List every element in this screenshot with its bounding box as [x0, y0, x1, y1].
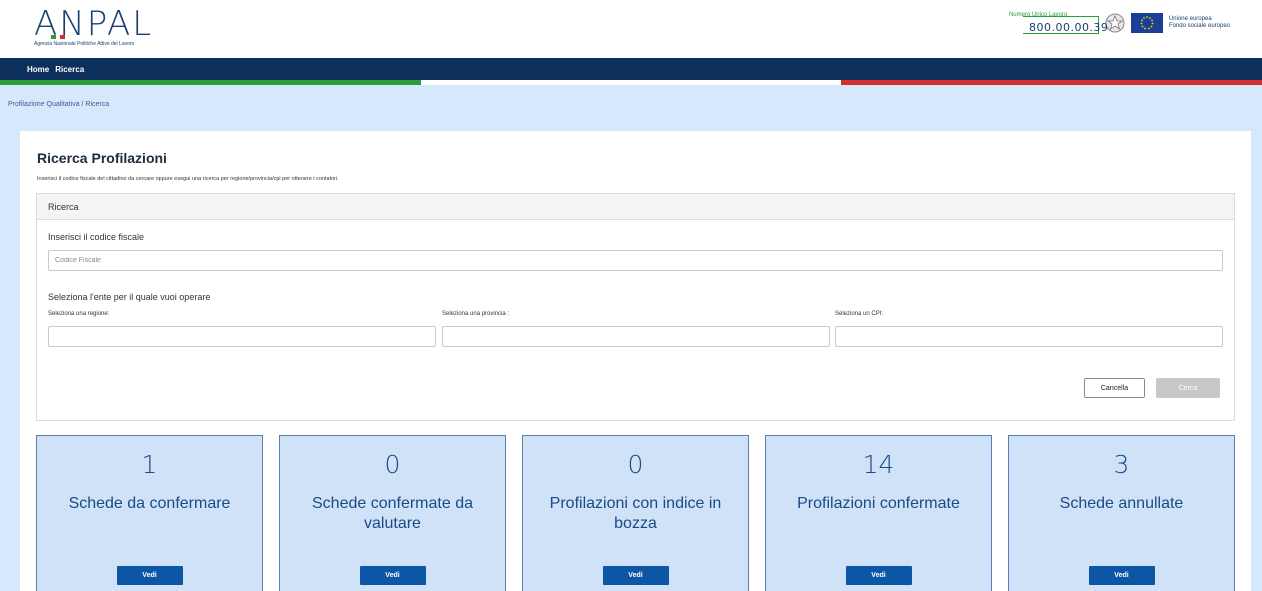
tile-count: 14 [862, 450, 895, 479]
numero-unico-lavoro[interactable]: Numero Unico Lavoro 800.00.00.39 [1008, 12, 1108, 34]
numero-value: 800.00.00.39 [1028, 21, 1109, 34]
cpi-select[interactable] [835, 326, 1223, 347]
tile-label: Schede confermate da valutare [312, 495, 473, 532]
provincia-label: Seleziona una provincia : [442, 311, 510, 317]
search-panel-heading: Ricerca [37, 194, 1234, 220]
tile-schede-confermate-da-valutare: 0 Schede confermate da valutare Vedi [279, 435, 506, 591]
regione-select[interactable] [48, 326, 436, 347]
page-title: Ricerca Profilazioni [37, 150, 167, 166]
tile-count: 1 [141, 450, 158, 479]
eu-flag-icon [1130, 13, 1163, 33]
tile-profilazioni-confermate: 14 Profilazioni confermate Vedi [765, 435, 992, 591]
vedi-button[interactable]: Vedi [116, 566, 183, 585]
vedi-button[interactable]: Vedi [1088, 566, 1155, 585]
breadcrumb[interactable]: Profilazione Qualitativa / Ricerca [8, 101, 109, 108]
page-description: Inserisci il codice fiscale del cittadin… [37, 176, 339, 182]
site-header: ANPAL Agenzia Nazionale Politiche Attive… [0, 0, 1262, 58]
eu-caption: Unione europea Fondo sociale europeo [1168, 16, 1230, 29]
codice-fiscale-input[interactable] [48, 250, 1223, 271]
numero-label: Numero Unico Lavoro [1008, 12, 1068, 18]
search-panel: Ricerca Inserisci il codice fiscale Sele… [36, 193, 1235, 421]
search-button[interactable]: Cerca [1156, 378, 1220, 398]
ente-label: Seleziona l'ente per il quale vuoi opera… [48, 292, 211, 302]
tile-schede-annullate: 3 Schede annullate Vedi [1008, 435, 1235, 591]
nav-ricerca[interactable]: Ricerca [55, 65, 84, 74]
tile-schede-da-confermare: 1 Schede da confermare Vedi [36, 435, 263, 591]
vedi-button[interactable]: Vedi [359, 566, 426, 585]
tile-count: 0 [384, 450, 401, 479]
anpal-logo[interactable]: ANPAL Agenzia Nazionale Politiche Attive… [34, 6, 153, 47]
header-right: Numero Unico Lavoro 800.00.00.39 Unione … [1009, 12, 1230, 34]
tile-count: 0 [627, 450, 644, 479]
italian-flag-icon [51, 35, 66, 39]
tile-label: Profilazioni confermate [797, 495, 960, 512]
cancel-button[interactable]: Cancella [1084, 378, 1145, 398]
main-nav: Home Ricerca [0, 58, 1262, 80]
tile-label: Profilazioni con indice in bozza [549, 495, 722, 532]
tile-profilazioni-in-bozza: 0 Profilazioni con indice in bozza Vedi [522, 435, 749, 591]
regione-label: Seleziona una regione: [48, 311, 110, 317]
tile-count: 3 [1113, 450, 1130, 479]
cpi-label: Seleziona un CPI: [835, 311, 884, 317]
vedi-button[interactable]: Vedi [602, 566, 669, 585]
codice-fiscale-label: Inserisci il codice fiscale [48, 232, 145, 242]
vedi-button[interactable]: Vedi [845, 566, 912, 585]
nav-home[interactable]: Home [27, 65, 49, 74]
main-card: Ricerca Profilazioni Inserisci il codice… [20, 131, 1251, 591]
tricolor-stripe [0, 80, 1262, 85]
tile-label: Schede annullate [1059, 495, 1184, 512]
provincia-select[interactable] [442, 326, 830, 347]
tile-label: Schede da confermare [68, 495, 231, 512]
